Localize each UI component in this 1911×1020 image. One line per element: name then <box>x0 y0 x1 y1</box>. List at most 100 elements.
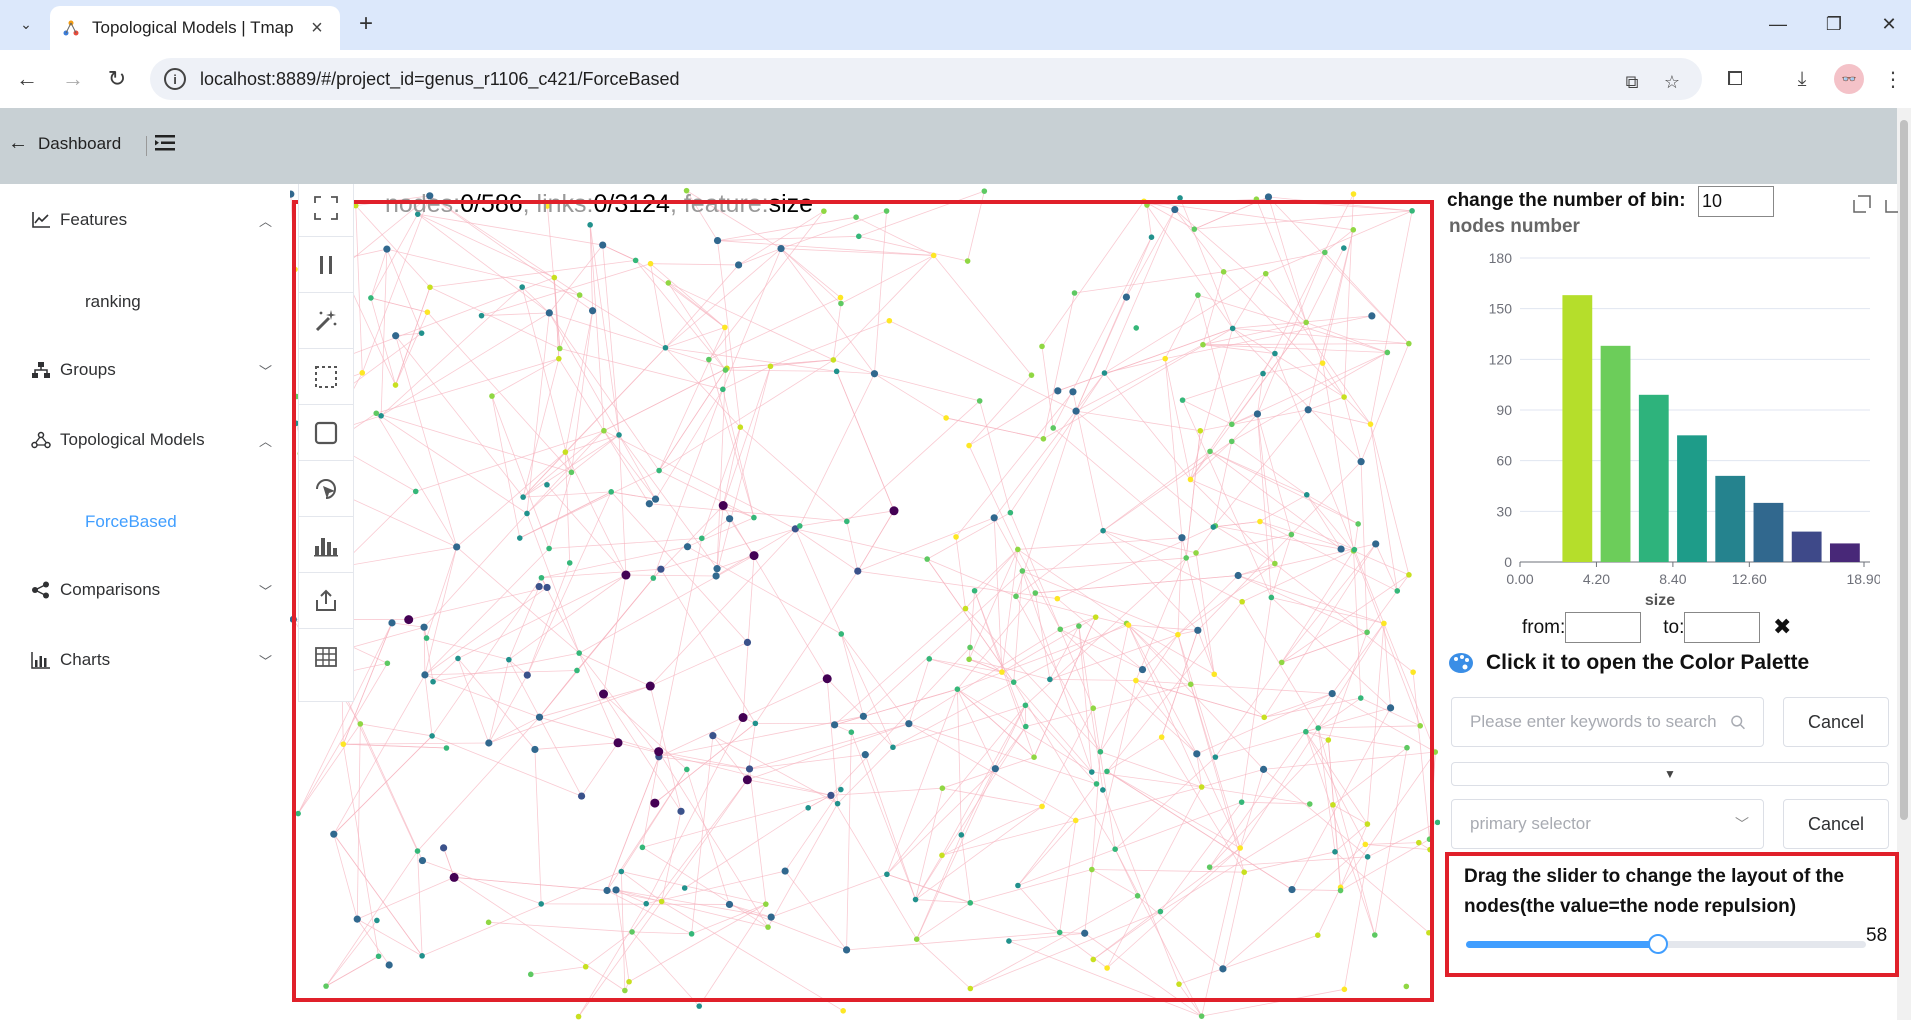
search-input[interactable] <box>1470 712 1730 732</box>
graph-node[interactable] <box>1219 965 1227 973</box>
graph-node[interactable] <box>967 985 974 992</box>
graph-node[interactable] <box>1427 846 1433 853</box>
graph-node[interactable] <box>1193 550 1199 556</box>
graph-node[interactable] <box>1100 527 1106 534</box>
graph-node[interactable] <box>618 868 625 875</box>
menu-fold-icon[interactable] <box>152 130 178 156</box>
graph-node[interactable] <box>1134 893 1141 899</box>
graph-node[interactable] <box>1262 270 1269 277</box>
graph-node[interactable] <box>1010 679 1017 685</box>
fullscreen-button[interactable] <box>299 180 353 236</box>
graph-node[interactable] <box>722 324 728 331</box>
graph-node[interactable] <box>840 1008 846 1014</box>
histogram-bar[interactable] <box>1829 543 1860 562</box>
graph-node[interactable] <box>1314 932 1321 938</box>
graph-node[interactable] <box>1306 801 1313 807</box>
graph-node[interactable] <box>1337 545 1345 553</box>
tab-close-icon[interactable]: × <box>306 17 328 40</box>
graph-node[interactable] <box>1239 598 1245 605</box>
graph-node[interactable] <box>890 744 896 751</box>
graph-node[interactable] <box>720 386 726 393</box>
graph-node[interactable] <box>576 292 583 298</box>
graph-node[interactable] <box>1362 841 1369 848</box>
graph-node[interactable] <box>1101 370 1108 376</box>
graph-node[interactable] <box>383 245 391 253</box>
graph-node[interactable] <box>1368 312 1376 320</box>
graph-node[interactable] <box>745 765 754 773</box>
graph-node[interactable] <box>599 241 607 249</box>
graph-node[interactable] <box>742 775 752 785</box>
graph-node[interactable] <box>1093 781 1100 787</box>
graph-node[interactable] <box>665 280 672 286</box>
graph-node[interactable] <box>677 807 685 815</box>
graph-node[interactable] <box>924 556 930 562</box>
graph-node[interactable] <box>485 739 493 747</box>
graph-node[interactable] <box>531 745 539 754</box>
graph-node[interactable] <box>523 671 531 679</box>
graph-node[interactable] <box>966 442 972 449</box>
force-graph-svg[interactable] <box>290 184 1440 1020</box>
graph-node[interactable] <box>647 260 654 267</box>
graph-node[interactable] <box>838 631 845 637</box>
graph-node[interactable] <box>385 961 393 969</box>
graph-node[interactable] <box>833 368 840 375</box>
graph-node[interactable] <box>489 393 495 399</box>
from-input[interactable] <box>1565 612 1642 643</box>
primary-selector-dropdown[interactable]: primary selector ﹀ <box>1451 799 1764 849</box>
graph-node[interactable] <box>848 729 855 735</box>
graph-node[interactable] <box>557 345 563 352</box>
graph-node[interactable] <box>831 721 839 729</box>
graph-node[interactable] <box>546 545 552 552</box>
bins-input[interactable] <box>1698 186 1774 217</box>
graph-node[interactable] <box>1040 436 1047 442</box>
graph-node[interactable] <box>838 300 844 307</box>
graph-node[interactable] <box>1057 626 1064 633</box>
graph-node[interactable] <box>629 929 635 935</box>
graph-node[interactable] <box>662 344 669 351</box>
graph-node[interactable] <box>713 565 721 573</box>
graph-node[interactable] <box>797 523 803 529</box>
graph-node[interactable] <box>886 317 893 324</box>
graph-node[interactable] <box>414 848 421 854</box>
graph-node[interactable] <box>538 574 545 581</box>
graph-node[interactable] <box>1328 689 1336 698</box>
graph-node[interactable] <box>953 534 959 540</box>
graph-node[interactable] <box>1355 521 1361 527</box>
repulsion-slider[interactable] <box>1466 934 1866 954</box>
graph-node[interactable] <box>455 655 461 662</box>
graph-node[interactable] <box>842 946 851 954</box>
site-info-icon[interactable]: i <box>164 68 186 90</box>
graph-node[interactable] <box>1315 725 1322 731</box>
magic-wand-button[interactable] <box>299 292 353 348</box>
graph-node[interactable] <box>1253 196 1260 203</box>
graph-node[interactable] <box>696 1003 703 1009</box>
graph-node[interactable] <box>781 867 789 875</box>
graph-node[interactable] <box>506 656 512 663</box>
graph-node[interactable] <box>535 713 544 721</box>
extensions-icon[interactable]: ⧠ <box>1720 64 1750 94</box>
graph-node[interactable] <box>958 832 965 838</box>
graph-node[interactable] <box>1426 836 1433 843</box>
graph-node[interactable] <box>1210 524 1217 530</box>
graph-node[interactable] <box>340 741 347 747</box>
keyword-search-field[interactable] <box>1451 697 1764 747</box>
graph-node[interactable] <box>359 370 366 376</box>
graph-node[interactable] <box>1367 421 1374 427</box>
graph-node[interactable] <box>981 188 988 194</box>
graph-node[interactable] <box>954 686 961 692</box>
graph-node[interactable] <box>1272 350 1278 357</box>
graph-node[interactable] <box>587 222 593 228</box>
graph-node[interactable] <box>384 660 391 667</box>
graph-node[interactable] <box>519 284 526 290</box>
graph-node[interactable] <box>1330 802 1336 808</box>
graph-node[interactable] <box>430 678 436 685</box>
back-icon[interactable]: ← <box>12 64 42 94</box>
graph-node[interactable] <box>1092 614 1099 620</box>
graph-node[interactable] <box>412 488 419 495</box>
graph-node[interactable] <box>520 494 526 500</box>
graph-node[interactable] <box>1364 629 1370 636</box>
graph-node[interactable] <box>1157 908 1164 915</box>
graph-node[interactable] <box>1171 205 1179 214</box>
graph-node[interactable] <box>971 587 978 594</box>
graph-node[interactable] <box>1148 234 1155 240</box>
